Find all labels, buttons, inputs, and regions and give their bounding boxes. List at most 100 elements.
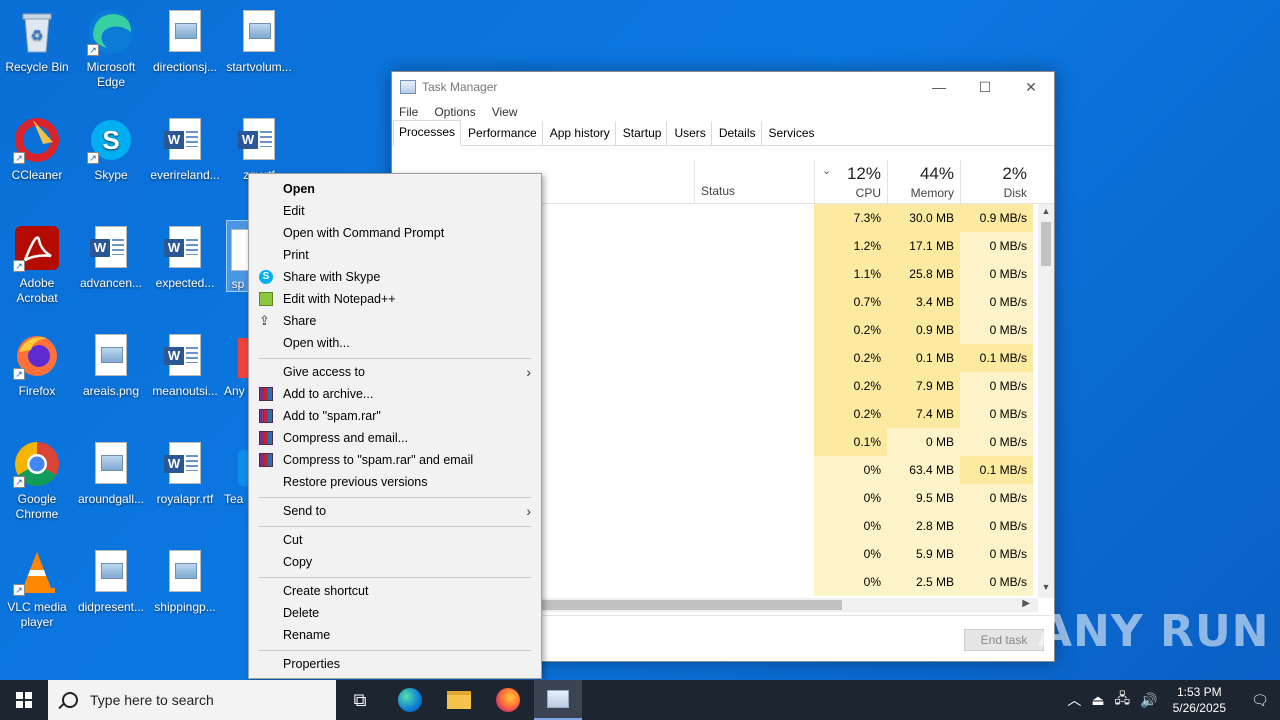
desktop-icon-directionsj[interactable]: directionsj... xyxy=(148,2,222,106)
desktop-icon-label: Tea xyxy=(224,492,244,506)
desktop-icon-firefox[interactable]: ↗ Firefox xyxy=(0,326,74,430)
menu-item-send-to[interactable]: Send to › xyxy=(251,500,539,522)
desktop-icon-everireland[interactable]: W everireland... xyxy=(148,110,222,214)
tab-startup[interactable]: Startup xyxy=(617,121,668,145)
desktop-icon-teamviewer[interactable]: Tea xyxy=(224,434,250,538)
desktop-icon-skype[interactable]: S ↗ Skype xyxy=(74,110,148,214)
anydesk-icon xyxy=(224,332,250,380)
desktop-icon-vlc[interactable]: ↗ VLC media player xyxy=(0,542,74,646)
tab-details[interactable]: Details xyxy=(713,121,762,145)
usb-icon[interactable]: ⏏ xyxy=(1091,692,1104,709)
tab-performance[interactable]: Performance xyxy=(462,121,543,145)
desktop-icon-microsoft-edge[interactable]: ↗ Microsoft Edge xyxy=(74,2,148,106)
desktop-icon-anydesk[interactable]: Any xyxy=(224,326,250,430)
menu-item-share[interactable]: ⇪ Share xyxy=(251,310,539,332)
desktop-icon-aroundgall[interactable]: aroundgall... xyxy=(74,434,148,538)
end-task-button[interactable]: End task xyxy=(964,629,1044,651)
memory-cell: 7.4 MB xyxy=(887,400,960,428)
menu-item-label: Share with Skype xyxy=(283,270,381,284)
menu-item-create-shortcut[interactable]: Create shortcut xyxy=(251,580,539,602)
menu-item-open[interactable]: Open xyxy=(251,178,539,200)
chevron-up-icon[interactable]: ︿ xyxy=(1067,690,1081,710)
column-header-status[interactable]: Status xyxy=(694,160,814,204)
menu-item-compress-to-spam-rar-and-email[interactable]: Compress to "spam.rar" and email xyxy=(251,449,539,471)
menu-item-cut[interactable]: Cut xyxy=(251,529,539,551)
tab-users[interactable]: Users xyxy=(668,121,712,145)
scroll-down-icon[interactable]: ▼ xyxy=(1038,582,1054,596)
tab-app-history[interactable]: App history xyxy=(544,121,616,145)
menu-item-add-to-archive[interactable]: Add to archive... xyxy=(251,383,539,405)
desktop-icon-royalapr[interactable]: W royalapr.rtf xyxy=(148,434,222,538)
menu-item-open-with[interactable]: Open with... xyxy=(251,332,539,354)
desktop-icon-didpresent[interactable]: didpresent... xyxy=(74,542,148,646)
disk-cell: 0 MB/s xyxy=(960,484,1033,512)
taskbar-edge[interactable] xyxy=(386,680,434,720)
desktop-icon-ccleaner[interactable]: ↗ CCleaner xyxy=(0,110,74,214)
desktop-icon-advancen[interactable]: W advancen... xyxy=(74,218,148,322)
shortcut-arrow-icon: ↗ xyxy=(13,584,25,596)
desktop-icon-recycle-bin[interactable]: ♻ Recycle Bin xyxy=(0,2,74,106)
minimize-button[interactable]: — xyxy=(916,72,962,102)
taskbar-task-manager[interactable] xyxy=(534,680,582,720)
close-button[interactable]: ✕ xyxy=(1008,72,1054,102)
scroll-up-icon[interactable]: ▲ xyxy=(1038,206,1054,220)
hscroll-thumb[interactable] xyxy=(542,600,842,610)
column-header-cpu[interactable]: 12% CPU xyxy=(814,160,887,204)
menu-item-delete[interactable]: Delete xyxy=(251,602,539,624)
cpu-label: CPU xyxy=(855,186,881,200)
menu-item-add-to-spam-rar[interactable]: Add to "spam.rar" xyxy=(251,405,539,427)
menu-separator xyxy=(259,358,531,359)
notification-center-button[interactable]: 🗨 xyxy=(1240,680,1280,720)
word-doc-icon: W xyxy=(161,224,209,272)
menu-item-rename[interactable]: Rename xyxy=(251,624,539,646)
desktop-icon-areais[interactable]: areais.png xyxy=(74,326,148,430)
vertical-scrollbar[interactable]: ▲ ▼ xyxy=(1038,204,1054,598)
recycle-bin-icon: ♻ xyxy=(13,8,61,56)
shortcut-arrow-icon: ↗ xyxy=(13,152,25,164)
disk-cell: 0 MB/s xyxy=(960,428,1033,456)
desktop-icon-expected[interactable]: W expected... xyxy=(148,218,222,322)
start-button[interactable] xyxy=(0,680,48,720)
column-header-memory[interactable]: 44% Memory xyxy=(887,160,960,204)
desktop-icon-google-chrome[interactable]: ↗ Google Chrome xyxy=(0,434,74,538)
menu-item-print[interactable]: Print xyxy=(251,244,539,266)
network-icon[interactable]: 🖧 xyxy=(1115,688,1131,712)
desktop-icon-shippingp[interactable]: shippingp... xyxy=(148,542,222,646)
menu-item-edit-with-notepadpp[interactable]: Edit with Notepad++ xyxy=(251,288,539,310)
desktop-icon-spam-selected[interactable]: sp xyxy=(226,220,250,292)
desktop-icon-meanoutsi[interactable]: W meanoutsi... xyxy=(148,326,222,430)
taskbar-search-box[interactable]: Type here to search xyxy=(48,680,336,720)
desktop-icon-adobe-acrobat[interactable]: ↗ Adobe Acrobat xyxy=(0,218,74,322)
maximize-button[interactable]: ☐ xyxy=(962,72,1008,102)
desktop-icon-startvolum[interactable]: startvolum... xyxy=(222,2,296,106)
menu-item-compress-and-email[interactable]: Compress and email... xyxy=(251,427,539,449)
menu-item-copy[interactable]: Copy xyxy=(251,551,539,573)
menu-item-label: Copy xyxy=(283,555,313,569)
menu-item-restore-previous-versions[interactable]: Restore previous versions xyxy=(251,471,539,493)
menu-item-share-with-skype[interactable]: S Share with Skype xyxy=(251,266,539,288)
scroll-right-icon[interactable]: ▶ xyxy=(1022,598,1030,609)
menu-file[interactable]: File xyxy=(399,105,418,119)
title-bar[interactable]: Task Manager — ☐ ✕ xyxy=(392,72,1054,102)
menu-item-give-access-to[interactable]: Give access to › xyxy=(251,361,539,383)
menu-options[interactable]: Options xyxy=(434,105,475,119)
task-view-button[interactable]: ⧉ xyxy=(336,680,384,720)
clock[interactable]: 1:53 PM 5/26/2025 xyxy=(1173,684,1226,716)
tab-services[interactable]: Services xyxy=(763,121,821,145)
taskbar-file-explorer[interactable] xyxy=(435,680,483,720)
cpu-cell: 0.2% xyxy=(814,316,887,344)
word-doc-icon: W xyxy=(235,116,283,164)
scroll-thumb[interactable] xyxy=(1041,222,1051,266)
menu-item-properties[interactable]: Properties xyxy=(251,653,539,675)
memory-cell: 9.5 MB xyxy=(887,484,960,512)
acrobat-icon: ↗ xyxy=(13,224,61,272)
column-header-disk[interactable]: 2% Disk xyxy=(960,160,1033,204)
menu-item-open-with-command-prompt[interactable]: Open with Command Prompt xyxy=(251,222,539,244)
memory-cell: 0.9 MB xyxy=(887,316,960,344)
tab-processes[interactable]: Processes xyxy=(393,120,462,146)
taskbar-firefox[interactable] xyxy=(484,680,532,720)
menu-view[interactable]: View xyxy=(492,105,518,119)
menu-item-edit[interactable]: Edit xyxy=(251,200,539,222)
image-file-icon xyxy=(87,440,135,488)
volume-icon[interactable]: 🔊 xyxy=(1140,692,1157,709)
